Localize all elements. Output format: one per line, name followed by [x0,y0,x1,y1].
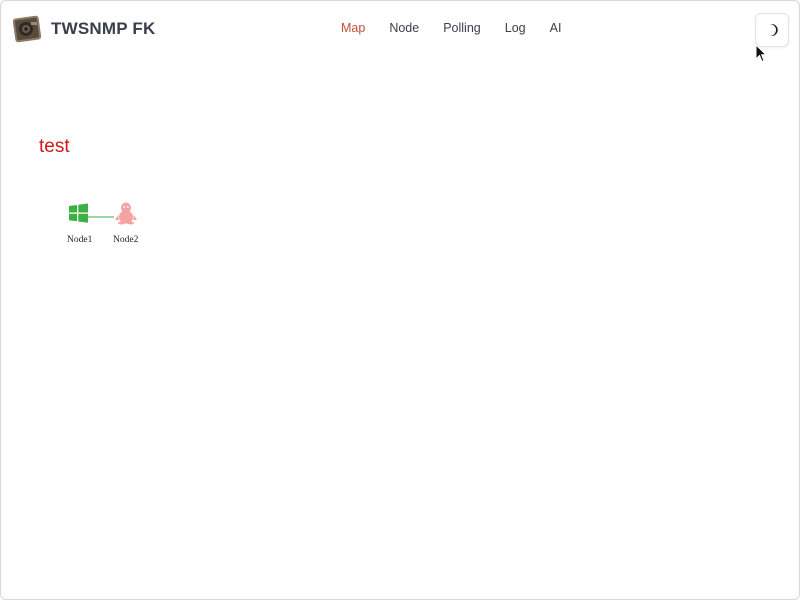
node-label: Node1 [67,235,93,245]
linux-icon [115,202,137,225]
top-navbar: TWSNMP FK Map Node Polling Log AI [1,1,799,57]
app-window: TWSNMP FK Map Node Polling Log AI test N… [0,0,800,600]
theme-toggle-button[interactable] [755,13,789,47]
map-graph: Node1 Node2 [67,202,139,246]
node-node1[interactable]: Node1 [67,203,93,246]
node-label: Node2 [113,235,139,245]
app-logo-icon [13,15,41,43]
nav-node[interactable]: Node [377,19,431,37]
nav-polling[interactable]: Polling [431,19,493,37]
nav-ai[interactable]: AI [538,19,574,37]
brand[interactable]: TWSNMP FK [13,15,155,43]
app-title: TWSNMP FK [51,19,156,38]
nav-map[interactable]: Map [329,19,377,37]
map-canvas[interactable]: test Node1 Node2 [1,57,799,599]
moon-icon [770,24,778,36]
main-nav: Map Node Polling Log AI [329,19,573,37]
node-node2[interactable]: Node2 [113,202,139,246]
nav-log[interactable]: Log [493,19,538,37]
windows-icon [69,203,88,223]
